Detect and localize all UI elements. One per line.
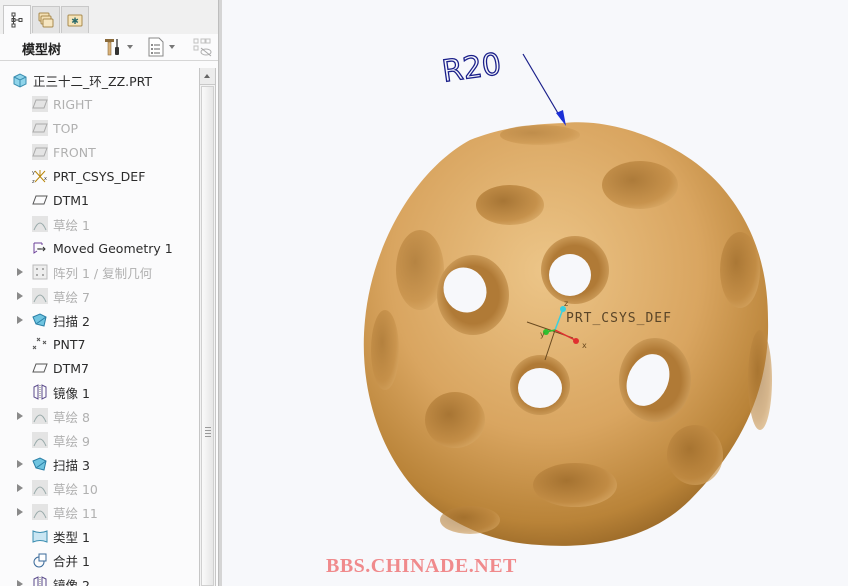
dimension-leader [522,53,566,126]
y-axis-label: y [540,330,545,339]
dimension-r20[interactable]: R20 [440,42,510,87]
x-axis-label: x [582,341,587,350]
z-axis-label: z [564,299,568,308]
csys-label: PRT_CSYS_DEF [566,311,672,326]
dimension-text: R20 [440,47,503,87]
model-view[interactable]: z y x [0,0,848,586]
watermark-text: BBS.CHINADE.NET [326,555,517,577]
x-axis-point [573,338,579,344]
